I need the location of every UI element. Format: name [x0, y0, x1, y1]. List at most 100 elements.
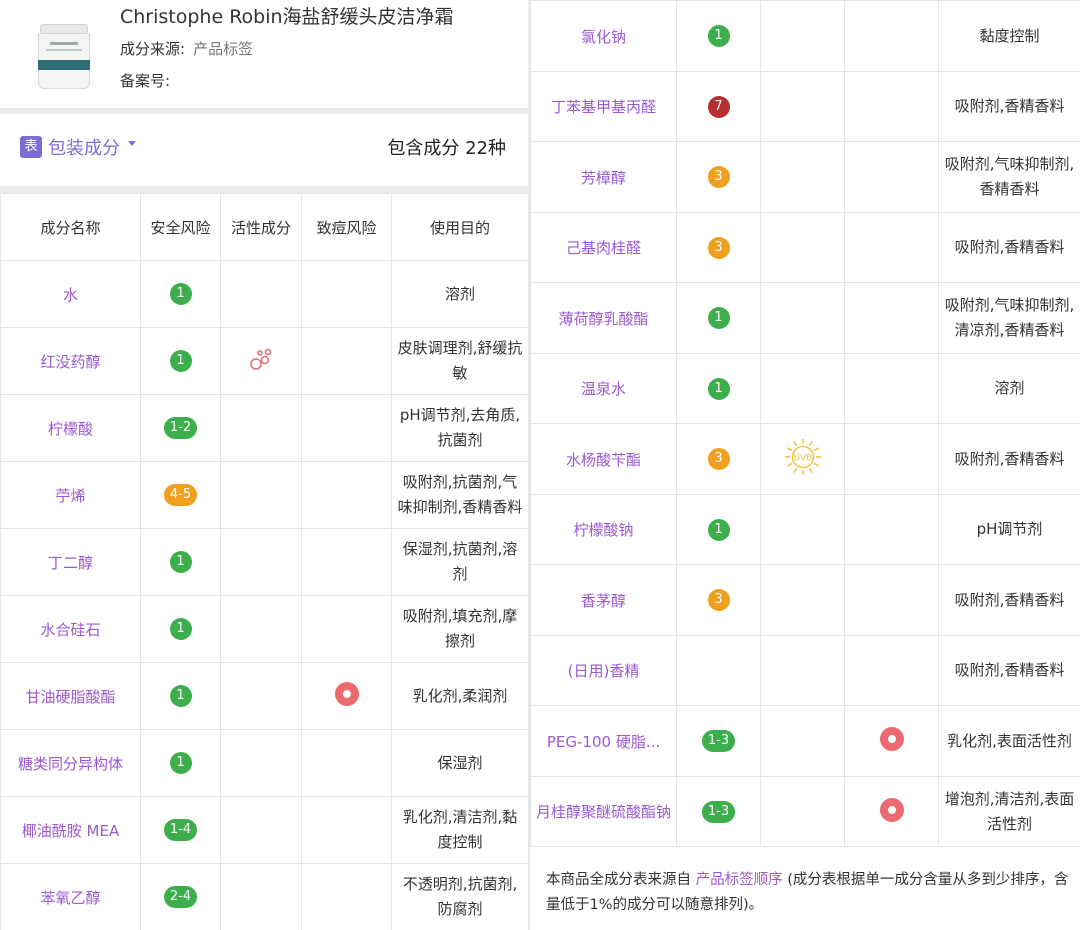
ingredient-name[interactable]: 月桂醇聚醚硫酸酯钠: [530, 776, 677, 847]
active-ingredient-cell: [220, 528, 302, 596]
active-ingredient-cell: [760, 564, 845, 636]
usage-purpose: 增泡剂,清洁剂,表面活性剂: [938, 776, 1080, 847]
table-row[interactable]: 月桂醇聚醚硫酸酯钠 1-3 增泡剂,清洁剂,表面活性剂: [530, 776, 1080, 847]
active-ingredient-cell: [760, 212, 845, 283]
risk-badge: 3: [707, 589, 730, 611]
usage-purpose: 吸附剂,填充剂,摩擦剂: [391, 595, 529, 663]
ingredients-table-left: 成分名称 安全风险 活性成分 致痘风险 使用目的 水 1 溶剂 红没药醇 1 皮肤调理剂,…: [0, 193, 529, 930]
ingredients-section-header: 表 包装成分 包含成分 22种: [0, 114, 528, 186]
ingredient-name[interactable]: 水: [0, 260, 141, 328]
table-row[interactable]: 丁苯基甲基丙醛 7 吸附剂,香精香料: [530, 71, 1080, 142]
table-row[interactable]: 水合硅石 1 吸附剂,填充剂,摩擦剂: [0, 595, 529, 663]
acne-risk-cell: [301, 595, 392, 663]
table-row[interactable]: 芳樟醇 3 吸附剂,气味抑制剂,香精香料: [530, 141, 1080, 213]
usage-purpose: 吸附剂,气味抑制剂,香精香料: [938, 141, 1080, 213]
table-row[interactable]: 香茅醇 3 吸附剂,香精香料: [530, 564, 1080, 636]
left-panel: Christophe Robin海盐舒缓头皮洁净霜 成分来源: 产品标签 备案号:…: [0, 0, 529, 930]
safety-risk-cell: 3: [676, 423, 761, 495]
product-image[interactable]: [36, 24, 92, 90]
ingredient-name[interactable]: 椰油酰胺 MEA: [0, 796, 141, 864]
ingredients-dropdown[interactable]: 包装成分: [48, 134, 120, 160]
active-ingredient-cell: [220, 327, 302, 395]
risk-badge: 1: [169, 551, 192, 573]
table-row[interactable]: 水 1 溶剂: [0, 260, 529, 328]
table-row[interactable]: 柠檬酸钠 1 pH调节剂: [530, 494, 1080, 565]
table-row[interactable]: 丁二醇 1 保湿剂,抗菌剂,溶剂: [0, 528, 529, 596]
ingredient-name[interactable]: 薄荷醇乳酸酯: [530, 282, 677, 354]
table-row[interactable]: 苧烯 4-5 吸附剂,抗菌剂,气味抑制剂,香精香料: [0, 461, 529, 529]
risk-badge: 1: [169, 752, 192, 774]
safety-risk-cell: 1: [140, 595, 221, 663]
active-ingredient-cell: [760, 705, 845, 777]
ingredient-name[interactable]: (日用)香精: [530, 635, 677, 706]
usage-purpose: 吸附剂,香精香料: [938, 212, 1080, 283]
ingredient-name[interactable]: 氯化钠: [530, 0, 677, 72]
acne-risk-cell: [844, 564, 939, 636]
ingredient-name[interactable]: 苯氧乙醇: [0, 863, 141, 930]
acne-risk-cell: [844, 494, 939, 565]
ingredient-name[interactable]: 丁二醇: [0, 528, 141, 596]
safety-risk-cell: 2-4: [140, 863, 221, 930]
active-ingredient-cell: [760, 353, 845, 424]
bubbles-icon: [250, 348, 272, 370]
table-tag-icon: 表: [20, 136, 42, 158]
ingredients-table-right: 氯化钠 1 黏度控制 丁苯基甲基丙醛 7 吸附剂,香精香料 芳樟醇 3 吸附剂,气味抑制剂,香精…: [530, 0, 1080, 847]
table-row[interactable]: 糖类同分异构体 1 保湿剂: [0, 729, 529, 797]
active-ingredient-cell: [220, 595, 302, 663]
label-order-link[interactable]: 产品标签顺序: [696, 872, 783, 888]
risk-badge: 3: [707, 166, 730, 188]
table-row[interactable]: 椰油酰胺 MEA 1-4 乳化剂,清洁剂,黏度控制: [0, 796, 529, 864]
table-row[interactable]: 己基肉桂醛 3 吸附剂,香精香料: [530, 212, 1080, 283]
ingredient-name[interactable]: 丁苯基甲基丙醛: [530, 71, 677, 142]
table-row[interactable]: 红没药醇 1 皮肤调理剂,舒缓抗敏: [0, 327, 529, 395]
chevron-down-icon[interactable]: [128, 141, 136, 146]
header-purpose: 使用目的: [391, 193, 529, 261]
ingredient-name[interactable]: 己基肉桂醛: [530, 212, 677, 283]
safety-risk-cell: 3: [676, 212, 761, 283]
ingredient-name[interactable]: 苧烯: [0, 461, 141, 529]
ingredient-name[interactable]: 柠檬酸钠: [530, 494, 677, 565]
table-row[interactable]: PEG-100 硬脂... 1-3 乳化剂,表面活性剂: [530, 705, 1080, 777]
safety-risk-cell: 1: [676, 494, 761, 565]
acne-risk-cell: [844, 705, 939, 777]
ingredient-name[interactable]: 甘油硬脂酸酯: [0, 662, 141, 730]
acne-risk-cell: [301, 528, 392, 596]
header-active: 活性成分: [220, 193, 302, 261]
risk-badge: 7: [707, 95, 730, 118]
table-header-row: 成分名称 安全风险 活性成分 致痘风险 使用目的: [0, 193, 529, 261]
table-row[interactable]: 薄荷醇乳酸酯 1 吸附剂,气味抑制剂,清凉剂,香精香料: [530, 282, 1080, 354]
table-row[interactable]: 温泉水 1 溶剂: [530, 353, 1080, 424]
ingredient-name[interactable]: 柠檬酸: [0, 394, 141, 462]
safety-risk-cell: 7: [676, 71, 761, 142]
acne-risk-icon: [879, 797, 904, 822]
table-row[interactable]: 苯氧乙醇 2-4 不透明剂,抗菌剂,防腐剂: [0, 863, 529, 930]
ingredient-name[interactable]: 水杨酸苄酯: [530, 423, 677, 495]
ingredient-name[interactable]: 芳樟醇: [530, 141, 677, 213]
active-ingredient-cell: UVB: [760, 423, 845, 495]
ingredient-name[interactable]: 水合硅石: [0, 595, 141, 663]
acne-risk-cell: [301, 461, 392, 529]
usage-purpose: 吸附剂,抗菌剂,气味抑制剂,香精香料: [391, 461, 529, 529]
table-row[interactable]: 甘油硬脂酸酯 1 乳化剂,柔润剂: [0, 662, 529, 730]
ingredient-name[interactable]: 红没药醇: [0, 327, 141, 395]
header-safety-risk: 安全风险: [140, 193, 221, 261]
active-ingredient-cell: [760, 71, 845, 142]
ingredient-name[interactable]: 温泉水: [530, 353, 677, 424]
safety-risk-cell: 1-3: [676, 776, 761, 847]
acne-risk-cell: [844, 212, 939, 283]
safety-risk-cell: 1: [676, 282, 761, 354]
acne-risk-cell: [844, 776, 939, 847]
filing-number-label: 备案号:: [120, 72, 171, 90]
acne-risk-cell: [301, 796, 392, 864]
safety-risk-cell: 1: [140, 327, 221, 395]
table-row[interactable]: 水杨酸苄酯 3 UVB 吸附剂,香精香料: [530, 423, 1080, 495]
table-row[interactable]: 氯化钠 1 黏度控制: [530, 0, 1080, 72]
ingredient-name[interactable]: PEG-100 硬脂...: [530, 705, 677, 777]
table-row[interactable]: (日用)香精 吸附剂,香精香料: [530, 635, 1080, 706]
ingredient-name[interactable]: 香茅醇: [530, 564, 677, 636]
table-row[interactable]: 柠檬酸 1-2 pH调节剂,去角质,抗菌剂: [0, 394, 529, 462]
risk-badge: 3: [707, 236, 730, 259]
usage-purpose: 溶剂: [391, 260, 529, 328]
safety-risk-cell: 3: [676, 141, 761, 213]
ingredient-name[interactable]: 糖类同分异构体: [0, 729, 141, 797]
